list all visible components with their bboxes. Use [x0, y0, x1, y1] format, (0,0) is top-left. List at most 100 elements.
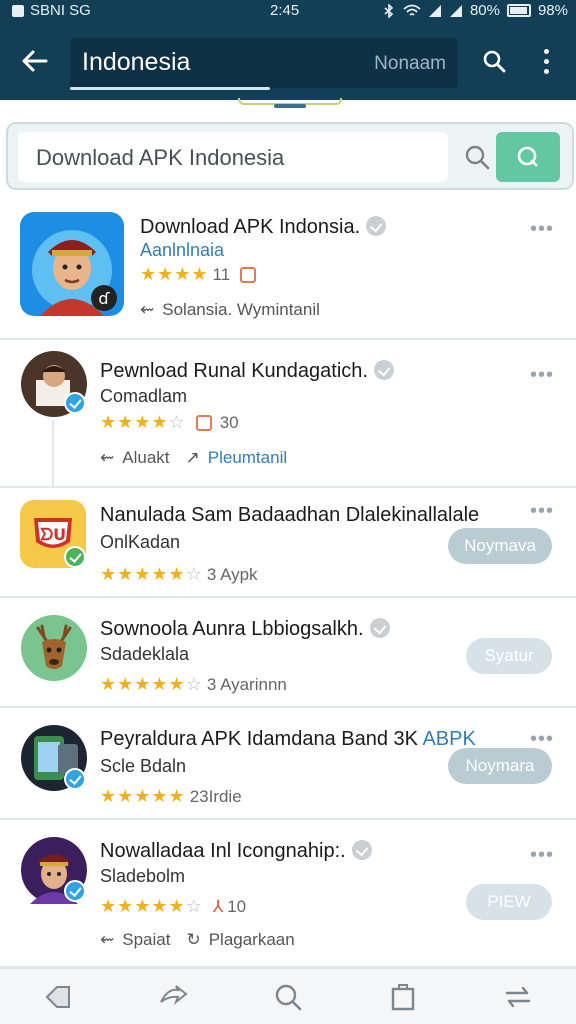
app-name: Nowalladaa Inl Icongnahip:. [100, 840, 372, 863]
status-bar: SBNI SG 2:45 80% 98% [0, 0, 576, 24]
share-icon: ↻ [186, 930, 201, 949]
swap-arrows-icon [506, 986, 531, 1007]
clock: 2:45 [270, 2, 300, 19]
app-rating: ★★★★★☆ 3 Aypk [100, 564, 258, 585]
app-developer: Sladebolm [100, 866, 186, 886]
back-arrow-icon: ⇜ [100, 930, 115, 949]
tag-icon [240, 266, 257, 283]
list-item[interactable]: Peyraldura APK Idamdana Band 3K ABPK Scl… [0, 708, 576, 820]
share-icon: ↗ [185, 448, 200, 467]
nav-recents-button[interactable] [383, 977, 423, 1017]
signal-icon-2 [449, 4, 462, 17]
app-icon [20, 724, 88, 792]
square-icon [391, 983, 415, 1010]
app-rating: ★★★★ 11 [140, 264, 260, 285]
back-triangle-icon [45, 985, 70, 1008]
more-options-icon[interactable]: ••• [530, 844, 554, 867]
rating-meta: 3 Ayarinnn [206, 674, 287, 694]
star-rating-icon: ★★★★ [140, 264, 209, 284]
app-links: ⇜ Spaiat ↻ Plagarkaan [100, 930, 295, 950]
app-links: ⇜ Aluakt ↗ Pleumtanil [100, 448, 287, 468]
back-arrow-icon: ⇜ [100, 448, 115, 467]
more-options-icon[interactable]: ••• [530, 364, 554, 387]
star-rating-icon: ★★★★★ [100, 786, 186, 806]
divider-line [52, 420, 54, 486]
list-item[interactable]: Nowalladaa Inl Icongnahip:. Sladebolm ★★… [0, 820, 576, 968]
app-name-text: Pewnload Runal Kundagatich. [100, 360, 368, 382]
search-input-value: Download APK Indonesia [36, 145, 285, 170]
nav-search-button[interactable] [268, 977, 308, 1017]
drag-handle[interactable] [238, 98, 342, 108]
app-link-text[interactable]: Aluakt [122, 448, 169, 468]
app-rating: ★★★★★ 23Irdie [100, 786, 242, 807]
search-card: Download APK Indonesia [6, 122, 574, 190]
verified-badge-icon [64, 392, 86, 414]
overflow-menu-button[interactable] [528, 40, 564, 82]
share-icon: ⇜ [140, 300, 155, 319]
search-icon [275, 984, 302, 1010]
app-rating: ★★★★★☆ ⅄ 10 [100, 896, 246, 917]
app-rating: ★★★★★☆ 3 Ayarinnn [100, 674, 287, 695]
app-link-text-2[interactable]: Pleumtanil [208, 448, 287, 468]
app-name: Nanulada Sam Badaadhan Dlalekinallalale [100, 504, 480, 526]
handle-grip [274, 104, 306, 108]
verified-badge-icon [64, 880, 86, 902]
app-icon [20, 614, 88, 682]
install-button[interactable]: Syatur [466, 638, 552, 674]
app-icon: ᗤU [20, 500, 88, 570]
notification-icon [12, 4, 24, 17]
nav-share-button[interactable] [153, 977, 193, 1017]
view-button[interactable]: PIEW [466, 884, 552, 920]
app-name: Pewnload Runal Kundagatich. [100, 360, 394, 383]
more-options-icon[interactable]: ••• [530, 218, 554, 241]
app-developer: OnlKadan [100, 532, 181, 552]
app-link-text-2[interactable]: Plagarkaan [209, 930, 295, 950]
app-name: Peyraldura APK Idamdana Band 3K ABPK [100, 728, 476, 751]
app-link-text[interactable]: Solansia. Wymintanil [162, 300, 320, 320]
search-icon [483, 50, 506, 73]
status-left: SBNI SG [12, 2, 91, 19]
app-links: ⇜ Solansia. Wymintanil [140, 300, 320, 320]
bluetooth-icon [384, 3, 394, 18]
app-name: Sownoola Aunra Lbbiogsalkh. [100, 618, 390, 641]
install-button[interactable]: Noymara [448, 748, 552, 784]
app-name: Download APK Indonsia. [140, 216, 387, 239]
signal-icon [428, 4, 441, 17]
title-search-field[interactable]: Indonesia Nonaam [70, 38, 458, 90]
battery-percent: 98% [537, 2, 568, 19]
dot-icon [543, 68, 549, 74]
search-submit-button[interactable] [496, 132, 560, 182]
app-name-text: Peyraldura APK Idamdana Band 3K [100, 728, 418, 750]
verified-icon [373, 360, 394, 380]
battery-icon [506, 4, 531, 17]
list-item[interactable]: ᗤU Nanulada Sam Badaadhan Dlalekinallala… [0, 488, 576, 598]
arrow-left-icon [22, 50, 48, 72]
app-name-text: Sownoola Aunra Lbbiogsalkh. [100, 618, 364, 640]
more-options-icon[interactable]: ••• [530, 500, 554, 523]
search-button[interactable] [474, 40, 514, 82]
list-item[interactable]: Pewnload Runal Kundagatich. Comadlam ★★★… [0, 340, 576, 488]
avatar-icon: ɗ [20, 212, 124, 316]
deer-icon [21, 615, 87, 681]
back-button[interactable] [14, 40, 56, 82]
verified-icon [351, 840, 372, 860]
svg-text:ɗ: ɗ [98, 289, 110, 308]
verified-badge-icon [64, 546, 86, 568]
rating-meta: 23Irdie [189, 786, 242, 806]
rating-meta: 10 [227, 896, 247, 916]
list-item[interactable]: ɗ Download APK Indonsia. Aanlnlnaia ★★★★… [0, 200, 576, 340]
app-link-text[interactable]: Spaiat [122, 930, 170, 950]
search-input[interactable]: Download APK Indonesia [18, 132, 448, 182]
star-rating-icon: ★★★★★☆ [100, 564, 203, 584]
verified-icon [366, 216, 387, 236]
search-icon [517, 146, 538, 167]
search-icon[interactable] [462, 142, 492, 172]
nav-switch-button[interactable] [498, 977, 538, 1017]
app-bar: SBNI SG 2:45 80% 98% Indonesia Nonaam [0, 0, 576, 100]
nav-back-button[interactable] [38, 977, 78, 1017]
download-tag-icon: ⅄ [212, 896, 224, 916]
app-icon [20, 836, 88, 904]
list-item[interactable]: Sownoola Aunra Lbbiogsalkh. Sdadeklala ★… [0, 598, 576, 708]
install-button[interactable]: Noymava [448, 528, 552, 564]
svg-text:ᗤU: ᗤU [40, 525, 66, 544]
